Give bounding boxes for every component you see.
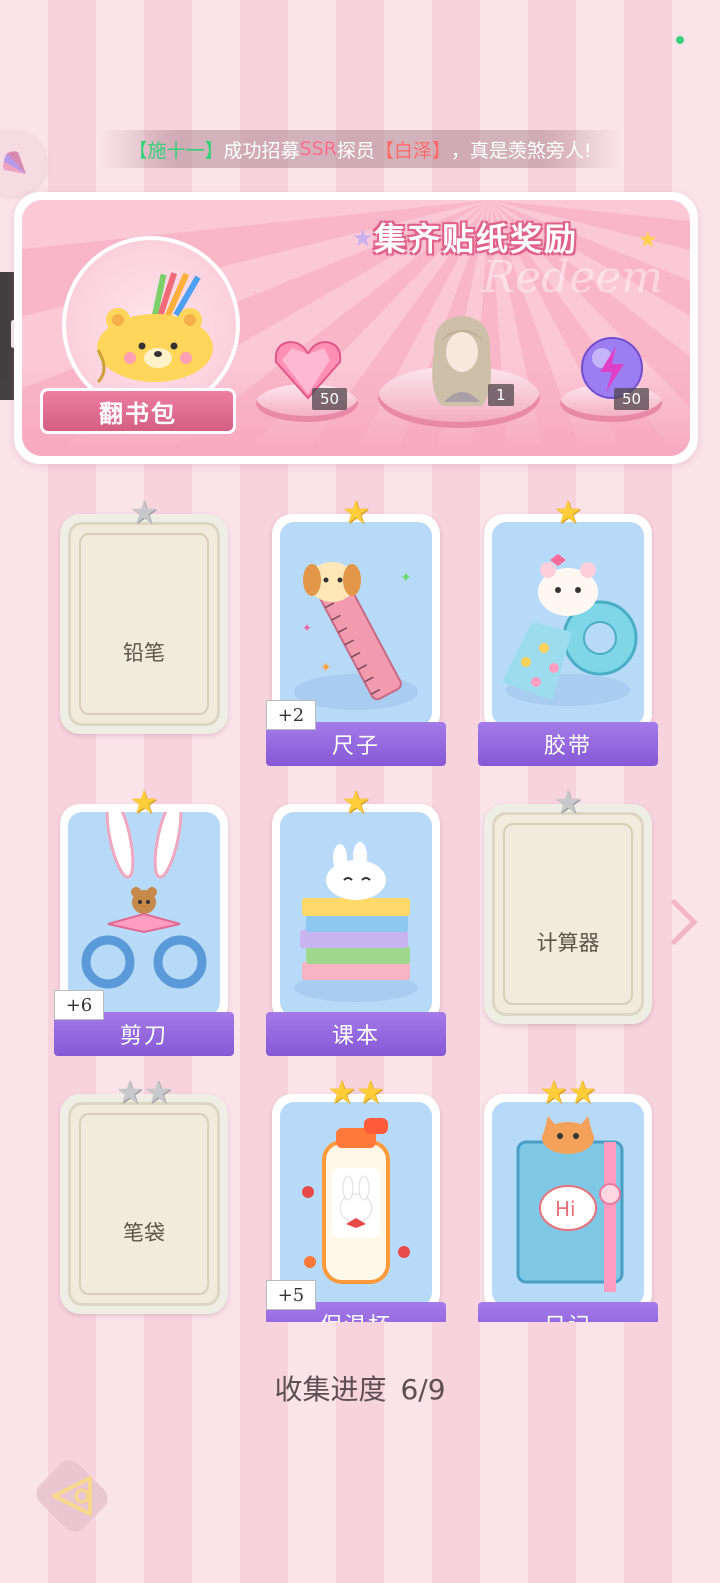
star-rating: ★ [272,784,440,820]
star-rating: ★ [484,784,652,820]
star-icon: ★ [638,228,658,253]
star-rating: ★★ [484,1074,652,1110]
locked-card-face: 计算器 [492,812,644,1016]
sticker-art [68,812,220,1016]
bonus-badge: +2 [266,700,316,730]
reward-count: 50 [614,388,650,410]
card-frame: 剪刀 +6 [54,804,234,1056]
card-name-ribbon: 胶带 [478,722,658,766]
ticker-rarity: SSR [299,138,337,160]
card-frame: 胶带 [478,514,658,766]
banner-title: 集齐贴纸奖励 [374,220,579,258]
progress-label: 收集进度 [274,1373,387,1406]
card-frame: Hi 日记 [478,1094,658,1346]
card-name-ribbon: 课本 [266,1012,446,1056]
card-frame: 保温杯+5 [266,1094,446,1346]
star-rating: ★ [272,494,440,530]
sticker-card[interactable]: ★ 剪刀 +6 [54,784,234,1056]
books-bunny-icon [294,842,418,1002]
broadcast-ticker: 【施十一】成功招募 SSR 探员【白泽】，真是羡煞旁人! [100,130,620,168]
ticker-player-name: 施十一 [147,139,205,162]
ticker-bracket: 【 [374,139,394,162]
reward-count: 1 [488,384,514,406]
card-frame: ✦ ✦ ✦ 尺子 +2 [266,514,446,766]
card-frame: 笔袋 [60,1094,228,1314]
star-icon: ★ [129,783,159,821]
star-rating: ★ [484,494,652,530]
locked-card-face: 铅笔 [68,522,220,726]
bear-pencil-case-icon [96,272,213,384]
star-icon: ★ [115,1073,144,1111]
sticker-card[interactable]: ★★ Hi 日记 [478,1074,658,1346]
bonus-badge: +6 [54,990,104,1020]
bonus-badge: +5 [266,1280,316,1310]
scissors-bunny-icon [81,812,207,989]
sticker-art [492,522,644,726]
diary-cat-icon: Hi [516,1116,624,1292]
star-rating: ★★ [272,1074,440,1110]
reward-banner: Redeem ★ 集齐贴纸奖励 ★ 翻书包 50 1 50 [14,192,698,464]
sticker-card[interactable]: ★★ 笔袋 [60,1074,228,1314]
card-frame: 计算器 [484,804,652,1024]
star-icon: ★ [129,493,159,531]
back-button[interactable] [32,1456,112,1536]
ticker-text: 成功招募 [223,139,300,162]
progress-value: 6/9 [400,1373,446,1406]
card-frame: 铅笔 [60,514,228,734]
star-icon: ★ [341,783,371,821]
sticker-art: ✦ ✦ ✦ [280,522,432,726]
card-name: 铅笔 [123,641,165,665]
star-rating: ★ [60,784,228,820]
sticker-card[interactable]: ★★ 保温杯+5 [266,1074,446,1346]
sticker-card[interactable]: ★ 铅笔 [60,494,228,734]
star-icon: ★ [144,1073,173,1111]
collection-progress: 收集进度 6/9 [0,1368,720,1408]
star-icon: ★ [568,1073,597,1111]
star-icon: ★ [553,493,583,531]
sticker-card[interactable]: ★ ✦ ✦ ✦ 尺子 +2 [266,494,446,766]
card-name: 笔袋 [123,1221,165,1245]
card-name: 计算器 [536,931,600,955]
sticker-card[interactable]: ★ 课本 [266,784,446,1056]
tape-hamster-icon [502,554,638,706]
ticker-bracket: 】 [204,139,224,162]
sticker-art: Hi [492,1102,644,1306]
pencil-case-label: 翻书包 [40,388,236,434]
sticker-art [280,812,432,1016]
svg-text:✦: ✦ [302,621,312,635]
fan-icon [3,151,26,174]
svg-text:✦: ✦ [320,660,332,676]
locked-card-face: 笔袋 [68,1102,220,1306]
reward-count: 50 [312,388,348,410]
star-icon: ★ [553,783,583,821]
ruler-puppy-icon: ✦ ✦ ✦ [294,562,418,710]
ticker-text: ，真是羡煞旁人! [450,139,592,162]
star-icon: ★ [539,1073,568,1111]
star-icon: ★ [341,493,371,531]
thermos-bunny-icon [302,1118,410,1284]
star-icon: ★ [327,1073,356,1111]
star-rating: ★★ [60,1074,228,1110]
ticker-bracket: 】 [431,139,451,162]
ticker-agent-name: 白泽 [393,139,432,162]
card-frame: 课本 [266,804,446,1056]
star-rating: ★ [60,494,228,530]
side-menu-tab[interactable] [0,130,46,196]
sticker-card[interactable]: ★ 胶带 [478,494,658,766]
sticker-art [280,1102,432,1306]
star-icon: ★ [352,224,374,252]
chevron-right-icon[interactable] [666,896,702,948]
grid-scroll-mask [0,1322,720,1583]
ticker-bracket: 【 [128,139,148,162]
star-icon: ★ [356,1073,385,1111]
svg-text:Hi: Hi [555,1197,576,1221]
svg-text:✦: ✦ [400,570,412,586]
ticker-text: 探员 [336,139,375,162]
status-indicator-dot [676,36,684,44]
sticker-card[interactable]: ★ 计算器 [484,784,652,1024]
